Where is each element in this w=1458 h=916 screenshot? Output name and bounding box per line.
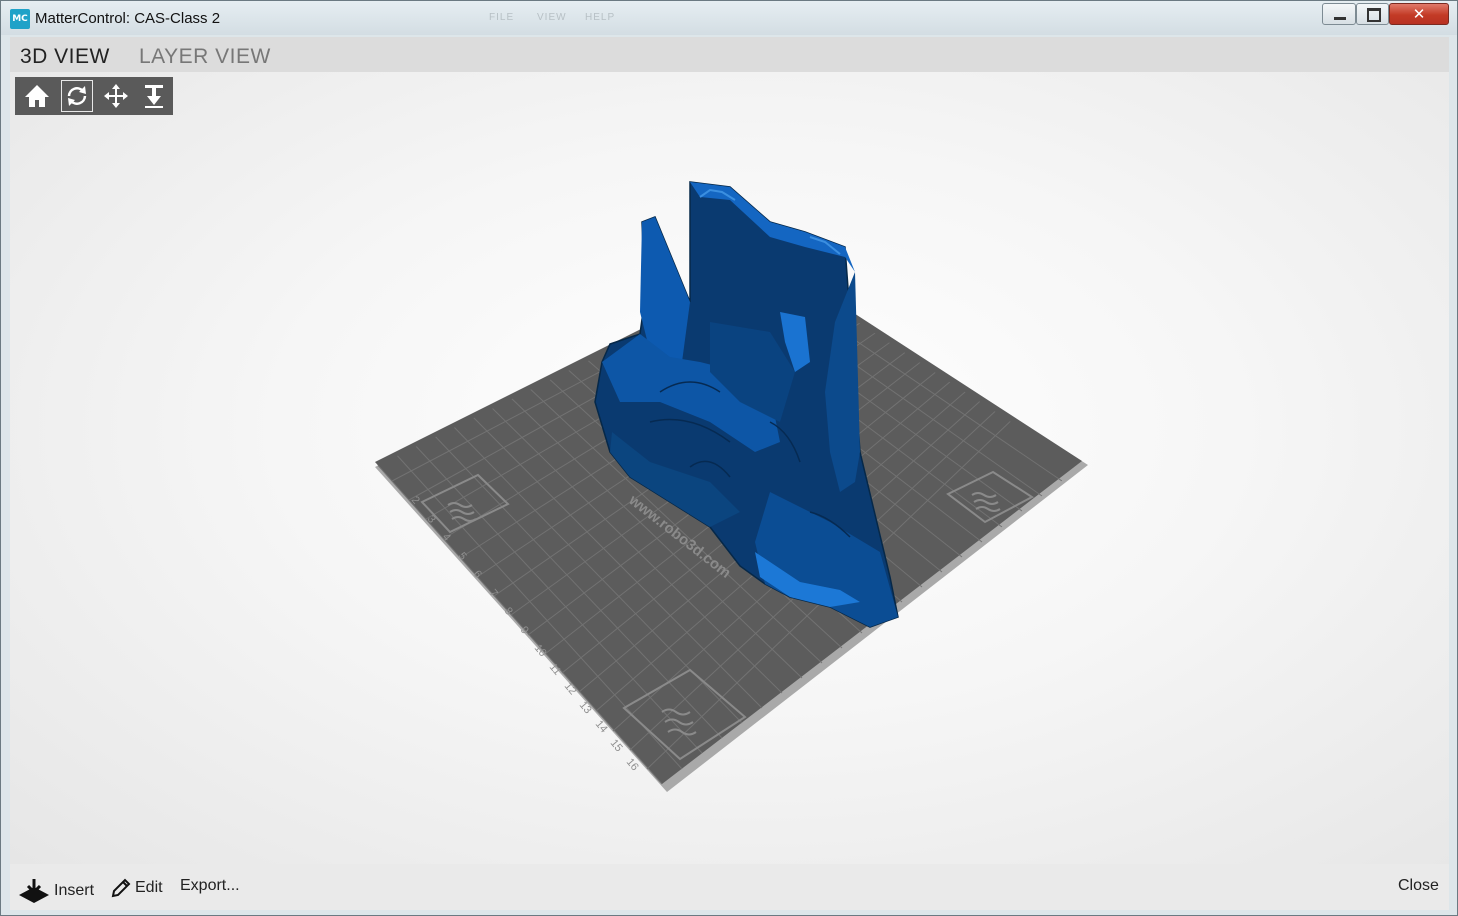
move-view-button[interactable] xyxy=(100,80,132,112)
window-title: MatterControl: CAS-Class 2 xyxy=(35,10,221,27)
close-button[interactable]: Close xyxy=(1398,877,1439,895)
edit-button[interactable]: Edit xyxy=(110,877,163,899)
bottom-action-bar: Insert Edit Export... Close xyxy=(10,864,1449,910)
home-view-button[interactable] xyxy=(21,80,53,112)
title-bar[interactable]: MC MatterControl: CAS-Class 2 FILE VIEW … xyxy=(1,1,1457,35)
view-controls-toolbar xyxy=(15,77,173,115)
zoom-icon xyxy=(145,85,163,108)
3d-viewport[interactable]: 2 3 4 5 6 7 8 9 10 11 12 13 14 15 16 www… xyxy=(10,72,1449,864)
insert-button[interactable]: Insert xyxy=(17,877,94,905)
export-button[interactable]: Export... xyxy=(180,877,240,895)
pencil-icon xyxy=(111,878,131,898)
tab-3d-view[interactable]: 3D VIEW xyxy=(20,45,110,69)
rotate-icon xyxy=(67,86,87,106)
close-icon: ✕ xyxy=(1412,5,1426,23)
edit-label: Edit xyxy=(135,879,163,896)
close-window-button[interactable]: ✕ xyxy=(1389,3,1449,25)
zoom-view-button[interactable] xyxy=(138,80,170,112)
app-window: MC MatterControl: CAS-Class 2 FILE VIEW … xyxy=(0,0,1458,916)
view-tab-bar: 3D VIEW LAYER VIEW xyxy=(10,37,1449,72)
background-menu-help: HELP xyxy=(585,12,616,23)
background-menu-view: VIEW xyxy=(537,12,567,23)
background-menu-file: FILE xyxy=(489,12,515,23)
maximize-icon xyxy=(1367,8,1381,22)
maximize-button[interactable] xyxy=(1356,3,1389,25)
move-icon xyxy=(104,84,128,108)
mattercontrol-logo-icon: MC xyxy=(10,9,30,29)
rotate-view-button[interactable] xyxy=(61,80,93,112)
tab-layer-view[interactable]: LAYER VIEW xyxy=(139,45,271,69)
print-bed-scene[interactable]: 2 3 4 5 6 7 8 9 10 11 12 13 14 15 16 www… xyxy=(10,72,1449,864)
main-panel: 3D VIEW LAYER VIEW 2 3 4 5 6 7 8 9 10 11… xyxy=(10,37,1449,910)
home-icon xyxy=(25,85,49,107)
minimize-button[interactable] xyxy=(1322,3,1356,25)
minimize-icon xyxy=(1334,17,1346,20)
insert-label: Insert xyxy=(54,882,95,899)
insert-icon xyxy=(19,879,49,903)
